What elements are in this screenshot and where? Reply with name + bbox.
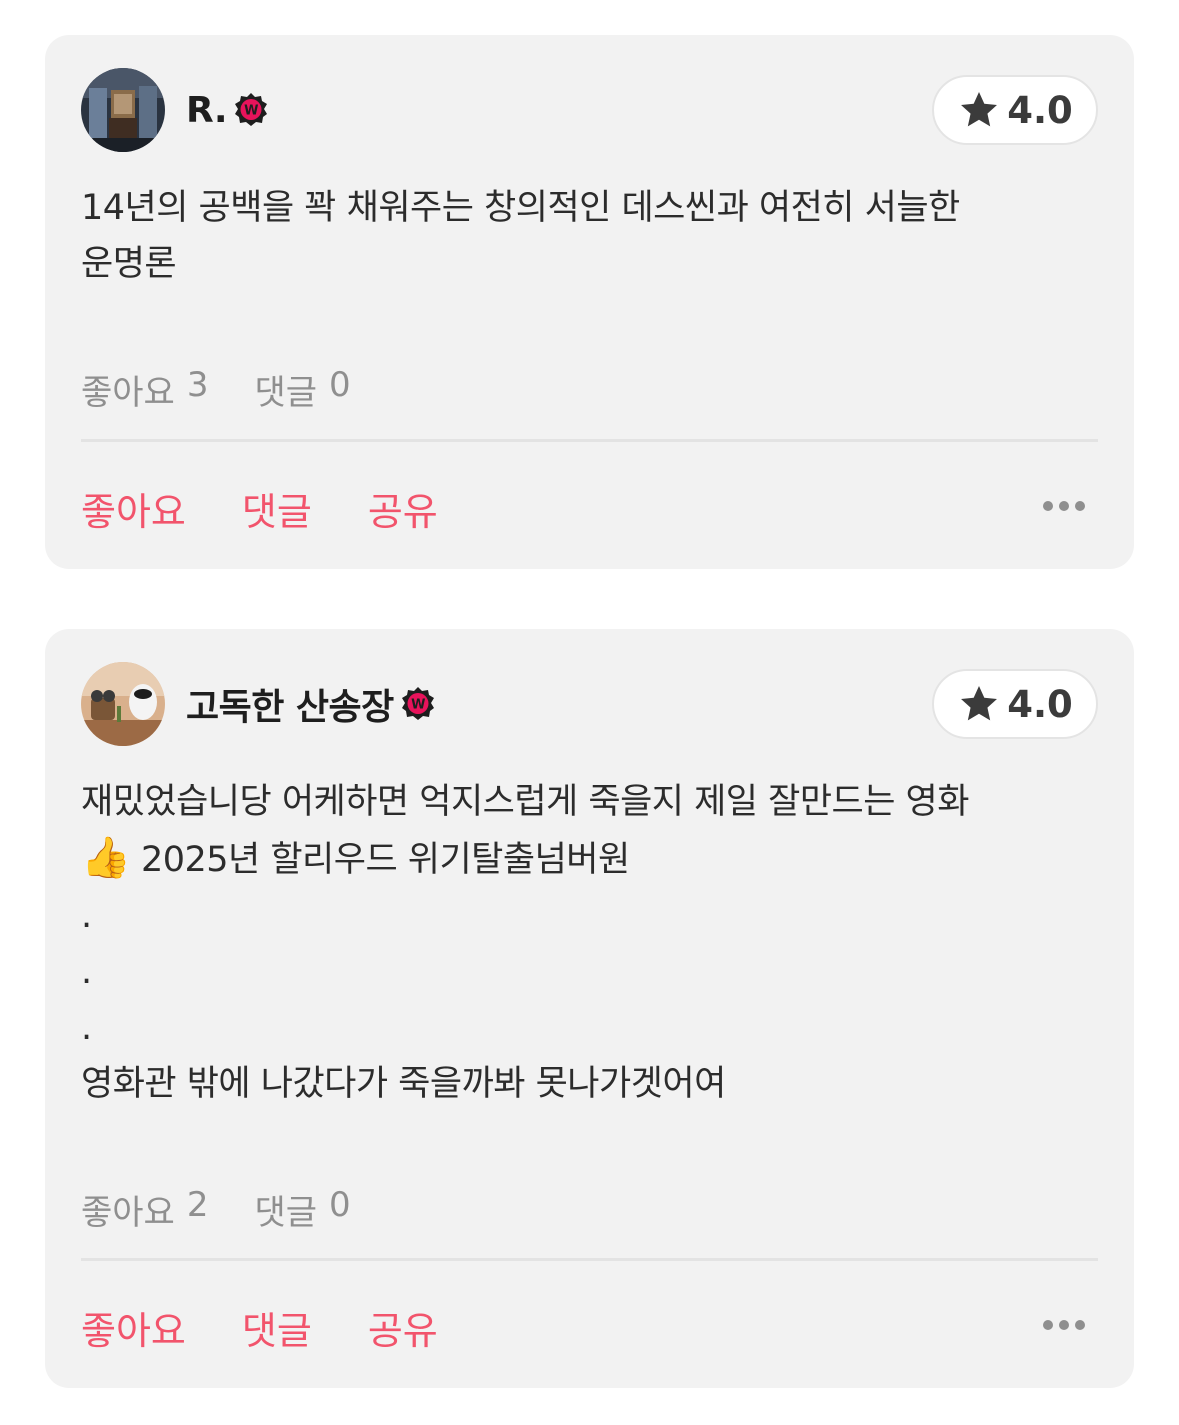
- likes-count: 2: [186, 1185, 209, 1225]
- username-text: R.: [186, 89, 228, 131]
- review-line: .: [81, 952, 92, 992]
- review-line: 운명론: [81, 244, 177, 284]
- divider: [81, 439, 1098, 442]
- svg-text:W: W: [411, 698, 425, 713]
- avatar[interactable]: [81, 68, 165, 152]
- rating-value: 4.0: [1007, 682, 1073, 726]
- comment-button[interactable]: 댓글: [242, 1300, 312, 1355]
- more-dots-icon[interactable]: [1042, 500, 1086, 512]
- review-text[interactable]: 14년의 공백을 꽉 채워주는 창의적인 데스씬과 여전히 서늘한 운명론: [81, 180, 1098, 292]
- watcha-badge-icon: W: [233, 92, 269, 128]
- review-line: .: [81, 1008, 92, 1048]
- rating-pill: 4.0: [932, 75, 1098, 145]
- username-text: 고독한 산송장: [186, 687, 394, 728]
- review-card[interactable]: 고독한 산송장 W 4.0 재밌었습니당 어케하면 억지스럽게 죽을지 제일 잘…: [45, 629, 1134, 1388]
- avatar[interactable]: [81, 662, 165, 746]
- rating-value: 4.0: [1007, 88, 1073, 132]
- share-button[interactable]: 공유: [368, 1300, 438, 1355]
- review-text[interactable]: 재밌었습니당 어케하면 억지스럽게 죽을지 제일 잘만드는 영화 👍 2025년…: [81, 774, 1098, 1112]
- share-button[interactable]: 공유: [368, 481, 438, 536]
- likes-label: 좋아요: [81, 373, 175, 413]
- star-icon: [961, 92, 998, 127]
- username[interactable]: R. W: [186, 87, 269, 133]
- stats-row: 좋아요 3 댓글 0: [81, 365, 351, 414]
- review-line: 14년의 공백을 꽉 채워주는 창의적인 데스씬과 여전히 서늘한: [81, 188, 960, 228]
- watcha-badge-icon: W: [400, 686, 436, 722]
- review-line: 재밌었습니당 어케하면 억지스럽게 죽을지 제일 잘만드는 영화: [81, 782, 969, 822]
- comments-count: 0: [329, 1185, 351, 1225]
- likes-stat: 좋아요 3: [81, 365, 208, 414]
- likes-label: 좋아요: [81, 1193, 175, 1233]
- comments-stat: 댓글 0: [254, 1185, 350, 1234]
- star-icon: [961, 686, 998, 721]
- comment-button[interactable]: 댓글: [242, 481, 312, 536]
- review-line: 👍 2025년 할리우드 위기탈출넘버원: [81, 830, 1098, 888]
- review-card[interactable]: R. W 4.0 14년의 공백을 꽉 채워주는 창의적인 데스씬과 여전히 서…: [45, 35, 1134, 569]
- divider: [81, 1258, 1098, 1261]
- thumbs-up-emoji: 👍: [81, 835, 131, 881]
- svg-text:W: W: [244, 104, 258, 119]
- review-line: 영화관 밖에 나갔다가 죽을까봐 못나가겟어여: [81, 1064, 726, 1104]
- comments-count: 0: [329, 365, 351, 405]
- rating-pill: 4.0: [932, 669, 1098, 739]
- comments-stat: 댓글 0: [254, 365, 350, 414]
- review-line: .: [81, 896, 92, 936]
- action-bar: 좋아요 댓글 공유: [81, 481, 438, 536]
- username[interactable]: 고독한 산송장 W: [186, 681, 436, 728]
- like-button[interactable]: 좋아요: [81, 1300, 186, 1355]
- comments-label: 댓글: [254, 1193, 318, 1233]
- more-dots-icon[interactable]: [1042, 1319, 1086, 1331]
- comments-label: 댓글: [254, 373, 318, 413]
- like-button[interactable]: 좋아요: [81, 481, 186, 536]
- likes-stat: 좋아요 2: [81, 1185, 208, 1234]
- likes-count: 3: [186, 365, 209, 405]
- stats-row: 좋아요 2 댓글 0: [81, 1185, 351, 1234]
- action-bar: 좋아요 댓글 공유: [81, 1300, 438, 1355]
- review-line-text: 2025년 할리우드 위기탈출넘버원: [140, 840, 630, 880]
